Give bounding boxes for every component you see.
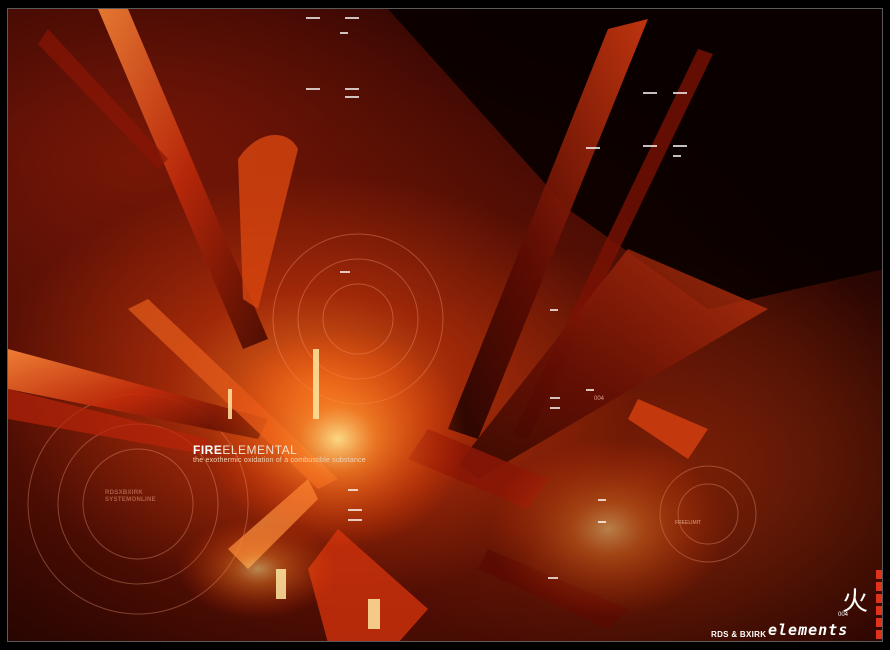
accent-bar: [876, 582, 882, 591]
accent-bar: [876, 618, 882, 627]
accent-bars: [876, 570, 882, 641]
system-line-2: SYSTEMONLINE: [105, 497, 156, 503]
title-elemental: ELEMENTAL: [222, 443, 298, 457]
artwork-subtitle: the exothermic oxidation of a combustibl…: [193, 457, 366, 464]
system-line-1: RDSXBXIRK: [105, 490, 144, 496]
hud-code-label: 004: [594, 396, 605, 402]
brand-logo: elements: [768, 621, 849, 639]
fire-artwork-canvas: FIREELEMENTAL the exothermic oxidation o…: [7, 8, 883, 642]
accent-bar: [876, 606, 882, 615]
fire-artwork: [8, 9, 882, 641]
fire-kanji: 火: [842, 587, 869, 617]
system-status-label: RDSXBXIRK SYSTEMONLINE: [105, 490, 156, 504]
accent-bar: [876, 630, 882, 639]
wallpaper-frame: FIREELEMENTAL the exothermic oxidation o…: [0, 0, 890, 650]
hud-freelimit-label: FREELIMIT: [675, 520, 702, 526]
credits-text: RDS & BXIRK: [711, 630, 767, 639]
accent-bar: [876, 594, 882, 603]
artwork-title: FIREELEMENTAL: [193, 444, 366, 456]
title-fire: FIRE: [193, 443, 223, 457]
accent-bar: [876, 570, 882, 579]
artwork-title-block: FIREELEMENTAL the exothermic oxidation o…: [193, 444, 366, 465]
